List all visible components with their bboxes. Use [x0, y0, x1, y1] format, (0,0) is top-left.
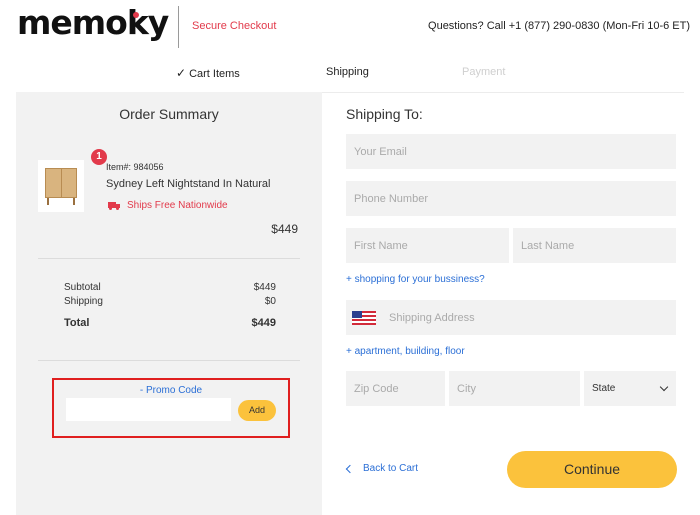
truck-wheel	[109, 206, 112, 210]
subtotal-row: Subtotal $449	[64, 282, 276, 293]
item-name[interactable]: Sydney Left Nightstand In Natural	[106, 178, 270, 190]
logo[interactable]: memoky	[17, 3, 169, 42]
free-shipping-note: Ships Free Nationwide	[108, 200, 228, 211]
truck-icon	[108, 201, 121, 210]
shipping-address-placeholder: Shipping Address	[389, 311, 475, 324]
shipping-title: Shipping To:	[346, 106, 423, 122]
item-price: $449	[271, 222, 298, 236]
order-summary-title: Order Summary	[119, 106, 219, 122]
header: memoky Secure Checkout Questions? Call +…	[0, 0, 700, 52]
checkout-steps: ✓ Cart Items Shipping Payment	[0, 66, 700, 82]
last-name-field[interactable]: Last Name	[513, 228, 676, 263]
subtotal-label: Subtotal	[64, 282, 101, 293]
us-flag-icon	[352, 311, 376, 325]
first-name-field[interactable]: First Name	[346, 228, 509, 263]
shipping-address-field[interactable]: Shipping Address	[346, 300, 676, 335]
city-field[interactable]: City	[449, 371, 580, 406]
shipping-label: Shipping	[64, 296, 103, 307]
logo-dot-icon	[133, 12, 139, 18]
checkmark-icon: ✓	[176, 66, 187, 80]
promo-add-button[interactable]: Add	[238, 400, 276, 421]
truck-wheel	[116, 206, 119, 210]
promo-code-input[interactable]	[66, 398, 231, 421]
support-phone-text: Questions? Call +1 (877) 290-0830 (Mon-F…	[428, 20, 690, 32]
chevron-left-icon	[345, 464, 355, 473]
step-payment: Payment	[462, 66, 506, 78]
shipping-value: $0	[264, 296, 276, 307]
summary-divider	[38, 258, 300, 259]
promo-code-section: - Promo Code Add	[52, 378, 290, 438]
chevron-down-icon	[659, 382, 669, 392]
header-divider	[178, 6, 179, 48]
state-selected-value: State	[592, 383, 616, 394]
phone-field[interactable]: Phone Number	[346, 181, 676, 216]
promo-code-toggle[interactable]: - Promo Code	[54, 385, 288, 396]
nightstand-image	[45, 168, 77, 198]
item-number: Item#: 984056	[106, 162, 164, 172]
quantity-badge: 1	[91, 149, 107, 165]
order-summary-panel: Order Summary 1 Item#: 984056 Sydney Lef…	[16, 92, 322, 515]
nightstand-door-divider	[61, 169, 62, 197]
nightstand-leg	[73, 198, 75, 205]
state-select[interactable]: State	[584, 371, 676, 406]
free-shipping-label: Ships Free Nationwide	[127, 200, 228, 211]
email-field[interactable]: Your Email	[346, 134, 676, 169]
summary-divider	[38, 360, 300, 361]
total-label: Total	[64, 317, 90, 329]
total-value: $449	[251, 317, 276, 329]
step-cart-items[interactable]: ✓ Cart Items	[176, 66, 240, 80]
step-shipping: Shipping	[326, 66, 369, 78]
step-cart-label: Cart Items	[189, 68, 240, 80]
business-shopping-link[interactable]: + shopping for your bussiness?	[346, 274, 485, 285]
back-to-cart-label: Back to Cart	[363, 463, 419, 474]
apartment-link[interactable]: + apartment, building, floor	[346, 346, 465, 357]
total-row: Total $449	[64, 317, 276, 329]
nightstand-leg	[47, 198, 49, 205]
shipping-row: Shipping $0	[64, 296, 276, 307]
continue-button[interactable]: Continue	[507, 451, 677, 488]
subtotal-value: $449	[253, 282, 276, 293]
secure-checkout-label: Secure Checkout	[192, 20, 277, 32]
product-thumbnail[interactable]	[38, 160, 84, 212]
back-to-cart-link[interactable]: Back to Cart	[345, 463, 419, 474]
zip-code-field[interactable]: Zip Code	[346, 371, 445, 406]
